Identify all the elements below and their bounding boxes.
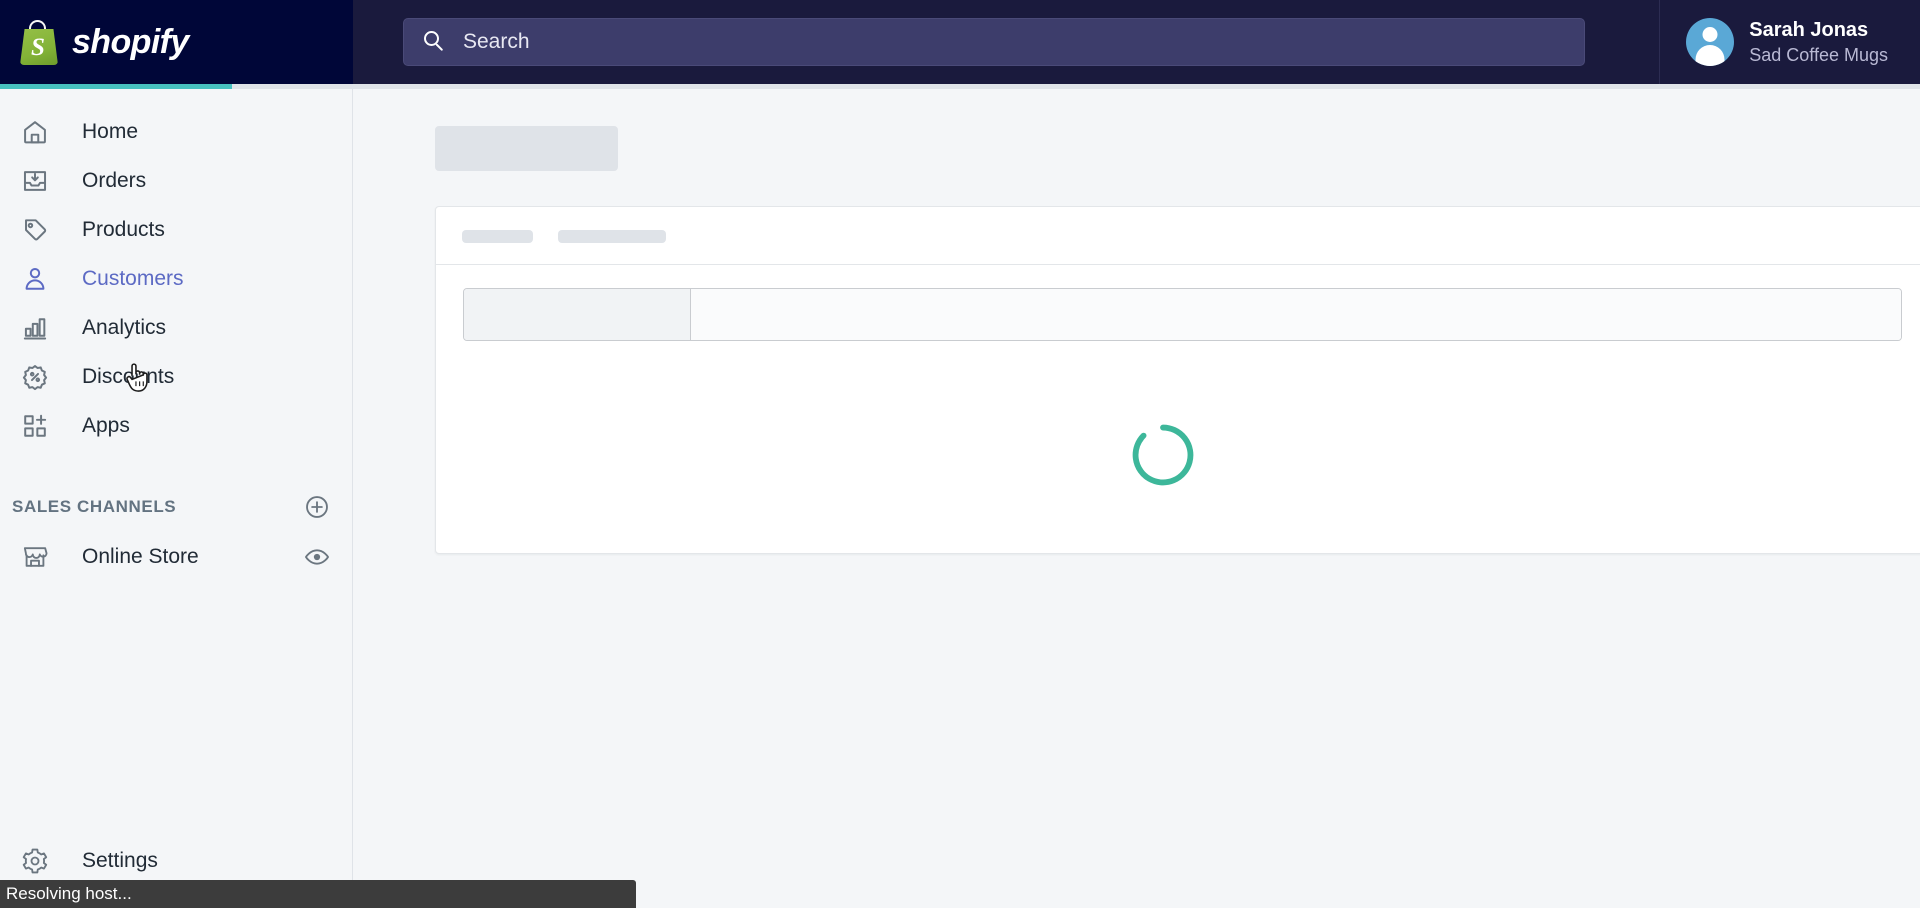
apps-grid-plus-icon <box>12 412 58 440</box>
products-tag-icon <box>12 216 58 244</box>
sidebar-item-orders[interactable]: Orders <box>0 156 352 205</box>
shopify-wordmark: shopify <box>72 22 189 61</box>
sidebar-item-label: Home <box>82 119 139 143</box>
sales-channels-header: SALES CHANNELS <box>0 482 352 532</box>
loading-spinner-icon <box>1130 422 1196 488</box>
top-bar: S shopify Search Sarah Jonas Sad Coffee … <box>0 0 1920 84</box>
user-menu[interactable]: Sarah Jonas Sad Coffee Mugs <box>1659 0 1920 84</box>
home-icon <box>12 118 58 146</box>
sidebar-item-label: Analytics <box>82 315 167 339</box>
plus-circle-icon[interactable] <box>304 494 330 520</box>
tab-skeleton <box>462 230 533 243</box>
gear-icon <box>12 847 58 875</box>
sidebar-item-customers[interactable]: Customers <box>0 254 352 303</box>
customers-card <box>435 206 1920 554</box>
top-bar-middle: Search <box>353 0 1649 84</box>
sidebar-item-analytics[interactable]: Analytics <box>0 303 352 352</box>
sidebar: Home Orders Products Customers Analytics… <box>0 89 353 908</box>
tab-skeleton <box>558 230 666 243</box>
discounts-percent-icon <box>12 363 58 391</box>
store-name: Sad Coffee Mugs <box>1749 45 1888 65</box>
filter-dropdown[interactable] <box>464 289 691 340</box>
sidebar-item-discounts[interactable]: Discounts <box>0 352 352 401</box>
customers-person-icon <box>12 265 58 293</box>
sidebar-item-label: Customers <box>82 266 184 290</box>
sidebar-item-products[interactable]: Products <box>0 205 352 254</box>
sidebar-item-online-store[interactable]: Online Store <box>0 532 352 582</box>
avatar <box>1686 18 1735 66</box>
browser-status-bar: Resolving host... <box>0 880 636 908</box>
page-title-skeleton <box>435 126 618 171</box>
settings-label: Settings <box>82 849 158 872</box>
sidebar-item-settings[interactable]: Settings <box>0 836 353 886</box>
shopify-bag-icon: S <box>18 19 60 65</box>
shopify-logo[interactable]: S shopify <box>0 0 353 84</box>
filter-search-row[interactable] <box>463 288 1902 341</box>
sidebar-item-apps[interactable]: Apps <box>0 401 352 450</box>
user-text: Sarah Jonas Sad Coffee Mugs <box>1749 18 1888 66</box>
search-placeholder: Search <box>463 30 530 53</box>
sidebar-item-home[interactable]: Home <box>0 107 352 156</box>
bag-letter-s: S <box>31 34 45 61</box>
analytics-bar-chart-icon <box>12 314 58 342</box>
main-content <box>354 89 1920 908</box>
sidebar-item-label: Orders <box>82 168 147 192</box>
channel-label: Online Store <box>82 545 199 568</box>
sidebar-item-label: Discounts <box>82 364 175 388</box>
filter-search-field[interactable] <box>691 289 1901 340</box>
sidebar-item-label: Products <box>82 217 165 241</box>
search-icon <box>424 31 446 53</box>
card-tab-bar <box>436 207 1920 265</box>
status-bar-text: Resolving host... <box>6 884 132 903</box>
sidebar-nav-list: Home Orders Products Customers Analytics… <box>0 89 352 450</box>
user-name: Sarah Jonas <box>1749 19 1869 41</box>
storefront-icon <box>12 543 58 571</box>
orders-inbox-icon <box>12 167 58 195</box>
sidebar-item-label: Apps <box>82 413 130 437</box>
search-input[interactable]: Search <box>403 18 1585 66</box>
sales-channels-title: SALES CHANNELS <box>12 497 177 516</box>
eye-icon[interactable] <box>304 544 330 570</box>
